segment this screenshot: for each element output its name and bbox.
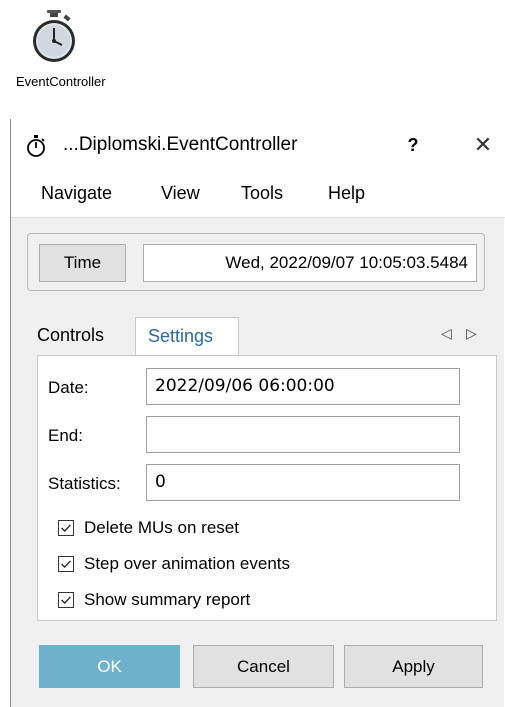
statistics-label: Statistics:: [48, 474, 121, 493]
tab-scroll-left-icon[interactable]: ◁: [441, 325, 452, 342]
time-button[interactable]: Time: [39, 244, 126, 282]
time-group: Time Wed, 2022/09/07 10:05:03.5484: [27, 233, 485, 291]
stopwatch-icon: [27, 135, 45, 157]
apply-button[interactable]: Apply: [344, 645, 483, 688]
tab-scroll-right-icon[interactable]: ▷: [466, 325, 477, 342]
close-button[interactable]: ✕: [471, 133, 495, 157]
desktop-eventcontroller-icon[interactable]: EventController: [10, 6, 130, 96]
menu-help[interactable]: Help: [328, 183, 365, 204]
checkbox-checked-icon[interactable]: [58, 556, 74, 572]
end-label: End:: [48, 426, 83, 445]
menu-view[interactable]: View: [161, 183, 200, 204]
settings-panel: Date: 2022/09/06 06:00:00 End: Statistic…: [37, 355, 497, 621]
checkbox-checked-icon[interactable]: [58, 592, 74, 608]
tab-controls[interactable]: Controls: [37, 325, 104, 346]
window-title: ...Diplomski.EventController: [63, 134, 298, 155]
title-bar[interactable]: ...Diplomski.EventController ? ✕: [11, 119, 505, 174]
ok-button[interactable]: OK: [39, 645, 180, 688]
date-field[interactable]: 2022/09/06 06:00:00: [146, 368, 460, 405]
stopwatch-icon: [33, 10, 75, 62]
menu-navigate[interactable]: Navigate: [41, 183, 112, 204]
end-field[interactable]: [146, 416, 460, 453]
help-button[interactable]: ?: [401, 133, 425, 157]
step-over-label: Step over animation events: [84, 554, 291, 573]
cancel-button[interactable]: Cancel: [193, 645, 334, 688]
statistics-field[interactable]: 0: [146, 464, 460, 501]
checkbox-checked-icon[interactable]: [58, 520, 74, 536]
menu-bar: Navigate View Tools Help: [11, 174, 505, 218]
time-display: Wed, 2022/09/07 10:05:03.5484: [143, 244, 477, 282]
date-label: Date:: [48, 378, 89, 397]
desktop-icon-label: EventController: [16, 74, 106, 89]
event-controller-dialog: ...Diplomski.EventController ? ✕ Navigat…: [10, 119, 505, 707]
menu-tools[interactable]: Tools: [241, 183, 283, 204]
delete-mus-label: Delete MUs on reset: [84, 518, 239, 537]
tab-settings[interactable]: Settings: [135, 317, 239, 356]
summary-report-label: Show summary report: [84, 590, 251, 609]
